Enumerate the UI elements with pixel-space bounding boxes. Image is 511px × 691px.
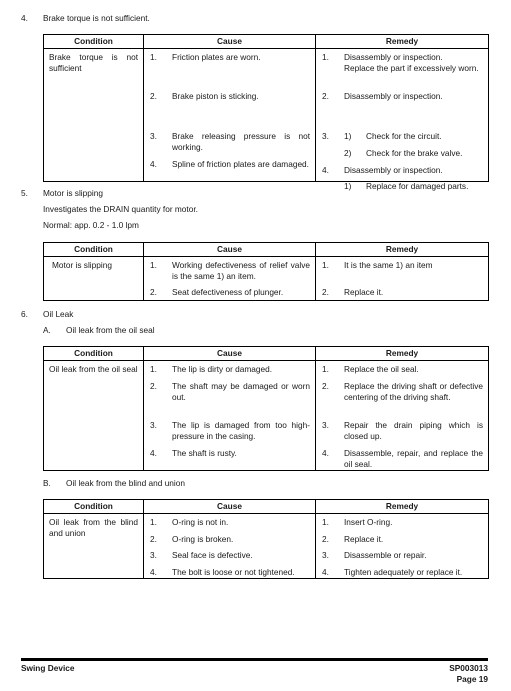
header-cause: Cause bbox=[143, 34, 316, 49]
header-remedy: Remedy bbox=[315, 346, 489, 361]
header-cause: Cause bbox=[143, 346, 316, 361]
section-5-note: Investigates the DRAIN quantity for moto… bbox=[43, 204, 198, 214]
condition-cell: Brake torque is not sufficient bbox=[49, 52, 138, 73]
condition-cell: Oil leak from the blind and union bbox=[49, 517, 138, 538]
header-condition: Condition bbox=[43, 499, 144, 514]
footer-page-number: Page 19 bbox=[456, 674, 488, 684]
subsection-a-letter: A. bbox=[43, 325, 51, 335]
section-4-title: Brake torque is not sufficient. bbox=[43, 13, 150, 23]
header-cause: Cause bbox=[143, 242, 316, 257]
oil-seal-leak-table: Condition Cause Remedy Oil leak from the… bbox=[43, 346, 489, 471]
section-5-number: 5. bbox=[21, 188, 28, 198]
section-6-number: 6. bbox=[21, 309, 28, 319]
subsection-b-letter: B. bbox=[43, 478, 51, 488]
header-condition: Condition bbox=[43, 346, 144, 361]
condition-cell: Motor is slipping bbox=[52, 260, 112, 270]
footer-page-info: SP003013 Page 19 bbox=[449, 663, 488, 685]
brake-torque-table: Condition Cause Remedy Brake torque is n… bbox=[43, 34, 489, 191]
header-remedy: Remedy bbox=[315, 242, 489, 257]
header-cause: Cause bbox=[143, 499, 316, 514]
condition-cell: Oil leak from the oil seal bbox=[49, 364, 138, 374]
section-4-number: 4. bbox=[21, 13, 28, 23]
section-5-normal-range: Normal: app. 0.2 - 1.0 lpm bbox=[43, 220, 139, 230]
header-condition: Condition bbox=[43, 34, 144, 49]
footer-section-name: Swing Device bbox=[21, 663, 75, 673]
footer-doc-id: SP003013 bbox=[449, 663, 488, 673]
motor-slipping-table: Condition Cause Remedy Motor is slipping… bbox=[43, 242, 489, 301]
footer-rule bbox=[21, 658, 488, 661]
subsection-a-title: Oil leak from the oil seal bbox=[66, 325, 155, 335]
section-5-title: Motor is slipping bbox=[43, 188, 103, 198]
blind-union-leak-table: Condition Cause Remedy Oil leak from the… bbox=[43, 499, 489, 579]
header-remedy: Remedy bbox=[315, 34, 489, 49]
header-condition: Condition bbox=[43, 242, 144, 257]
header-remedy: Remedy bbox=[315, 499, 489, 514]
subsection-b-title: Oil leak from the blind and union bbox=[66, 478, 185, 488]
section-6-title: Oil Leak bbox=[43, 309, 74, 319]
